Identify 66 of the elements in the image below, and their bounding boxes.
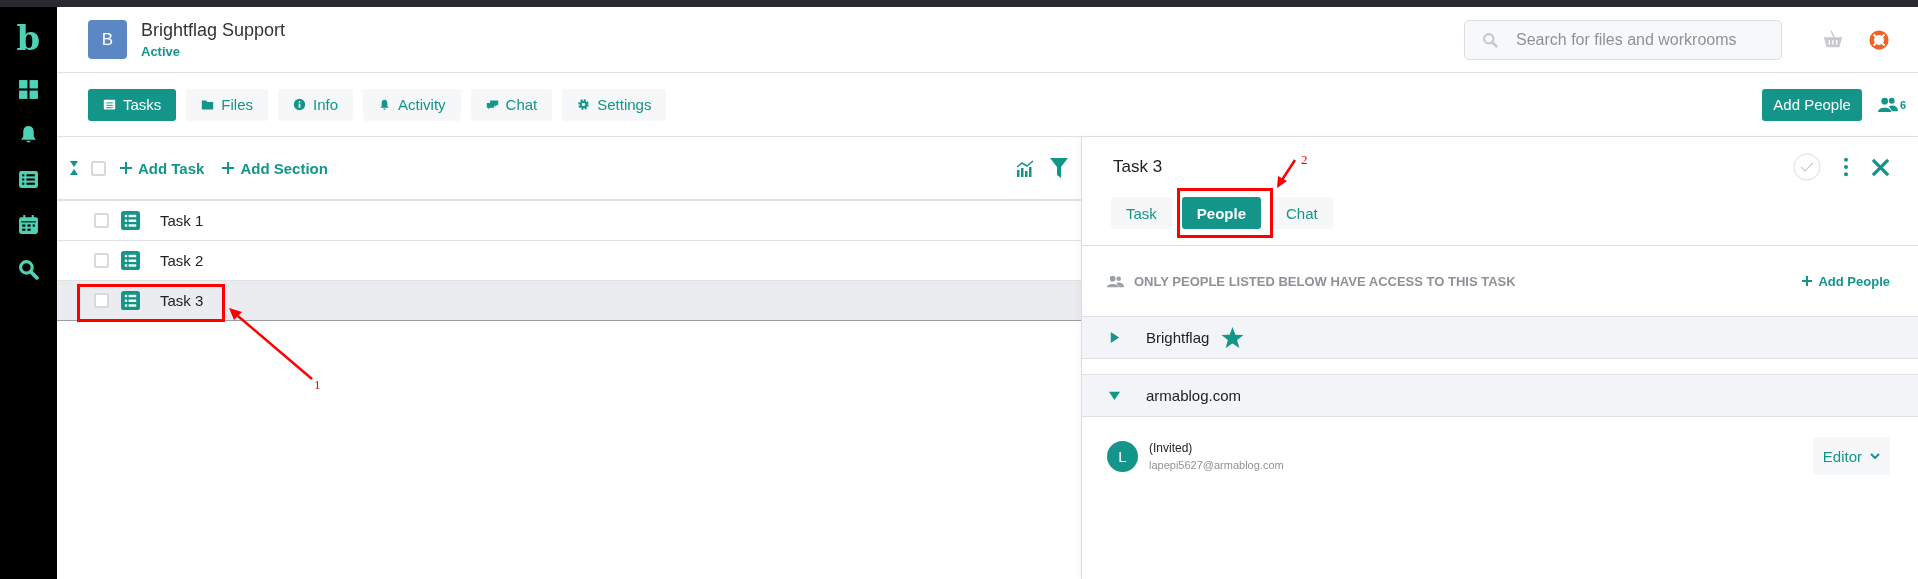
role-dropdown[interactable]: Editor <box>1812 437 1890 475</box>
expand-icon[interactable] <box>1109 332 1120 343</box>
folder-icon <box>201 98 215 111</box>
add-people-link[interactable]: Add People <box>1802 273 1890 289</box>
dashboard-icon[interactable] <box>18 79 39 100</box>
task-row[interactable]: Task 1 <box>57 201 1081 241</box>
task-checkbox[interactable] <box>94 293 109 308</box>
workroom-avatar: B <box>88 20 127 59</box>
group-name: Brightflag <box>1146 329 1210 346</box>
lifebuoy-icon[interactable] <box>1868 28 1890 51</box>
group-name: armablog.com <box>1146 387 1242 404</box>
tab[interactable]: Task <box>1111 197 1172 229</box>
member-name: (Invited) <box>1149 441 1194 455</box>
search-icon <box>1482 31 1499 49</box>
task-checkbox[interactable] <box>94 253 109 268</box>
tab[interactable]: Files <box>186 88 268 121</box>
tab[interactable]: Settings <box>562 88 667 121</box>
info-icon <box>293 98 306 111</box>
people-icon <box>1107 274 1124 288</box>
chevron-down-icon <box>1870 453 1880 459</box>
chart-icon[interactable] <box>1015 159 1035 177</box>
list-icon <box>103 98 116 111</box>
more-icon[interactable] <box>1843 157 1849 177</box>
people-icon[interactable] <box>1877 97 1898 112</box>
collapse-icon[interactable] <box>69 160 79 176</box>
tab[interactable]: People <box>1181 197 1262 229</box>
task-list-icon <box>121 291 140 310</box>
close-icon[interactable] <box>1871 157 1890 177</box>
list-icon[interactable] <box>18 169 39 190</box>
add-task-button[interactable]: Add Task <box>120 159 215 177</box>
workroom-title: Brightflag Support <box>141 20 287 41</box>
search-icon[interactable] <box>18 259 39 280</box>
annotation-label: 1 <box>314 377 321 393</box>
tab[interactable]: Tasks <box>88 88 177 121</box>
people-count: 6 <box>1899 98 1906 111</box>
add-section-button[interactable]: Add Section <box>222 159 338 177</box>
tab[interactable]: Chat <box>1271 197 1333 229</box>
access-notice: ONLY PEOPLE LISTED BELOW HAVE ACCESS TO THIS TASK <box>1134 273 1516 289</box>
task-title: Task 1 <box>160 212 204 229</box>
filter-icon[interactable] <box>1049 157 1069 179</box>
task-checkbox[interactable] <box>94 213 109 228</box>
annotation-label: 2 <box>1301 152 1308 168</box>
chat-icon <box>485 98 499 111</box>
arrow <box>1274 158 1298 190</box>
task-list-icon <box>121 251 140 270</box>
task-list-icon <box>121 211 140 230</box>
add-people-button[interactable]: Add People <box>1762 88 1862 121</box>
tab[interactable]: Chat <box>470 88 553 121</box>
task-row[interactable]: Task 3 <box>57 281 1081 321</box>
task-title: Task 3 <box>160 292 204 309</box>
group-header[interactable]: Brightflag <box>1082 317 1918 359</box>
bell-icon[interactable] <box>18 124 39 145</box>
app-logo[interactable]: b <box>16 21 41 55</box>
tab[interactable]: Info <box>278 88 354 121</box>
search-field[interactable]: Search for files and workrooms <box>1464 19 1782 60</box>
tab[interactable]: Activity <box>363 88 461 121</box>
workroom-status: Active <box>141 44 182 59</box>
task-title: Task 3 <box>1113 157 1163 177</box>
settings-icon <box>577 98 591 111</box>
select-all-checkbox[interactable] <box>91 160 106 176</box>
group-header[interactable]: armablog.com <box>1082 375 1918 417</box>
calendar-icon[interactable] <box>18 214 39 235</box>
collapse-icon[interactable] <box>1109 390 1120 401</box>
member-email: lapepi5627@armablog.com <box>1149 459 1284 471</box>
task-title: Task 2 <box>160 252 204 269</box>
member-avatar: L <box>1107 440 1138 472</box>
